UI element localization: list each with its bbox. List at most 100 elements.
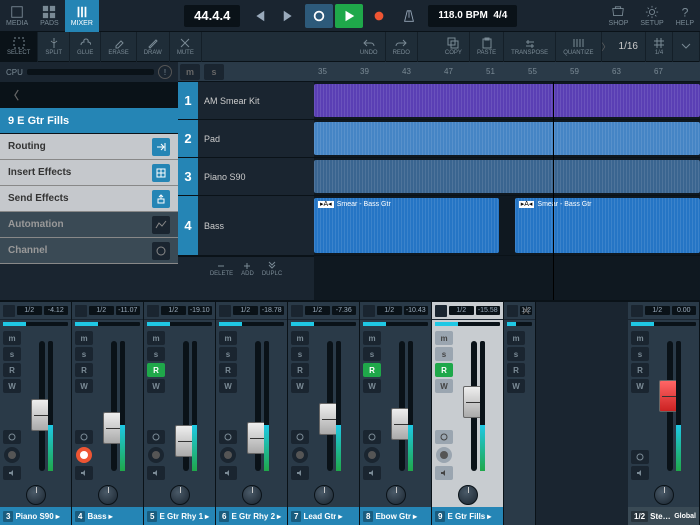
io-icon[interactable] [147, 305, 159, 317]
write-button[interactable]: W [3, 379, 21, 393]
record-button[interactable] [365, 4, 393, 28]
write-button[interactable]: W [75, 379, 93, 393]
read-button[interactable]: R [75, 363, 93, 377]
level-value[interactable]: -19.10 [188, 306, 213, 315]
level-value[interactable]: -4.12 [44, 306, 69, 315]
track-row[interactable]: 2Pad [178, 120, 314, 158]
monitor-icon[interactable] [435, 466, 453, 480]
rewind-start-button[interactable] [245, 4, 273, 28]
level-value[interactable]: -10.43 [404, 306, 429, 315]
clip[interactable] [314, 84, 700, 117]
io-icon[interactable] [435, 305, 447, 317]
quantize-button[interactable]: QUANTIZE [556, 32, 601, 62]
selected-track-header[interactable]: 9 E Gtr Fills [0, 108, 178, 134]
track-row[interactable]: 4Bass [178, 196, 314, 256]
io-icon[interactable] [291, 305, 303, 317]
edit-icon[interactable] [363, 430, 381, 444]
channel-label[interactable]: 4Bass▸ [72, 507, 143, 525]
add-track-button[interactable]: ADD [241, 261, 254, 277]
chevron-down-icon[interactable] [673, 32, 700, 62]
monitor-icon[interactable] [363, 466, 381, 480]
duplicate-track-button[interactable]: DUPLC [262, 261, 282, 277]
edit-icon[interactable] [631, 450, 649, 464]
read-button[interactable]: R [3, 363, 21, 377]
read-button[interactable]: R [631, 363, 649, 377]
play-button[interactable] [335, 4, 363, 28]
mute-button[interactable]: m [75, 331, 93, 345]
send-value[interactable]: 1/2 [17, 306, 42, 315]
write-button[interactable]: W [147, 379, 165, 393]
mute-button[interactable]: m [363, 331, 381, 345]
record-enable-button[interactable] [4, 447, 20, 463]
edit-icon[interactable] [219, 430, 237, 444]
monitor-icon[interactable] [219, 466, 237, 480]
insert-effects-tab[interactable]: Insert Effects [0, 160, 178, 186]
pan-knob[interactable] [98, 485, 118, 505]
setup-button[interactable]: SETUP [634, 0, 669, 32]
draw-tool[interactable]: DRAW [137, 32, 170, 62]
channel-label[interactable]: 5E Gtr Rhy 1▸ [144, 507, 215, 525]
solo-button[interactable]: s [219, 347, 237, 361]
mute-button[interactable]: m [3, 331, 21, 345]
clip[interactable]: ▸A◂Smear - Bass Gtr [314, 198, 499, 253]
write-button[interactable]: W [219, 379, 237, 393]
snap-value[interactable]: 1/16 [612, 32, 646, 62]
solo-button[interactable]: s [75, 347, 93, 361]
record-enable-button[interactable] [148, 447, 164, 463]
pan-knob[interactable] [242, 485, 262, 505]
clip[interactable] [314, 122, 700, 155]
time-display[interactable]: 44.4.4 [184, 5, 240, 27]
send-value[interactable]: 1/2 [449, 306, 474, 315]
channel-label[interactable]: 8Ebow Gtr▸ [360, 507, 431, 525]
io-icon[interactable] [631, 305, 643, 317]
record-enable-button[interactable] [220, 447, 236, 463]
mute-tool[interactable]: MUTE [170, 32, 202, 62]
edit-icon[interactable] [147, 430, 165, 444]
read-button[interactable]: R [435, 363, 453, 377]
monitor-icon[interactable] [291, 466, 309, 480]
send-value[interactable]: 1/2 [89, 306, 114, 315]
channel-label[interactable]: 3Piano S90▸ [0, 507, 71, 525]
write-button[interactable]: W [363, 379, 381, 393]
arrange-area[interactable]: 353943475155596367 ▸A◂Smear - Bass Gtr▸A… [314, 62, 700, 300]
mute-button[interactable]: m [219, 331, 237, 345]
io-icon[interactable] [219, 305, 231, 317]
delete-track-button[interactable]: DELETE [210, 261, 233, 277]
erase-tool[interactable]: ERASE [101, 32, 136, 62]
pan-knob[interactable] [386, 485, 406, 505]
split-tool[interactable]: SPLIT [38, 32, 70, 62]
mute-button[interactable]: m [435, 331, 453, 345]
mute-button[interactable]: m [631, 331, 649, 345]
channel-label[interactable]: 6E Gtr Rhy 2▸ [216, 507, 287, 525]
metronome-button[interactable] [395, 4, 423, 28]
loop-button[interactable] [305, 4, 333, 28]
clip[interactable] [314, 160, 700, 193]
read-button[interactable]: R [147, 363, 165, 377]
timeline-ruler[interactable]: 353943475155596367 [314, 62, 700, 82]
monitor-icon[interactable] [3, 466, 21, 480]
io-icon[interactable] [75, 305, 87, 317]
level-value[interactable]: -18.78 [260, 306, 285, 315]
channel-label[interactable]: 9E Gtr Fills▸ [432, 507, 503, 525]
mixer-button[interactable]: MIXER [65, 0, 99, 32]
shop-button[interactable]: SHOP [603, 0, 635, 32]
playhead[interactable] [553, 82, 554, 300]
mute-all-button[interactable]: m [180, 64, 200, 80]
pan-knob[interactable] [314, 485, 334, 505]
record-enable-button[interactable] [76, 447, 92, 463]
read-button[interactable]: R [219, 363, 237, 377]
record-enable-button[interactable] [436, 447, 452, 463]
track-row[interactable]: 3Piano S90 [178, 158, 314, 196]
solo-button[interactable]: s [147, 347, 165, 361]
write-button[interactable]: W [631, 379, 649, 393]
glue-tool[interactable]: GLUE [70, 32, 101, 62]
solo-button[interactable]: s [631, 347, 649, 361]
monitor-icon[interactable] [75, 466, 93, 480]
record-enable-button[interactable] [292, 447, 308, 463]
track-row[interactable]: 1AM Smear Kit [178, 82, 314, 120]
pads-button[interactable]: PADS [34, 0, 65, 32]
solo-button[interactable]: s [435, 347, 453, 361]
pan-knob[interactable] [654, 485, 674, 505]
grid-button[interactable]: 1/4 [646, 32, 673, 62]
edit-icon[interactable] [435, 430, 453, 444]
